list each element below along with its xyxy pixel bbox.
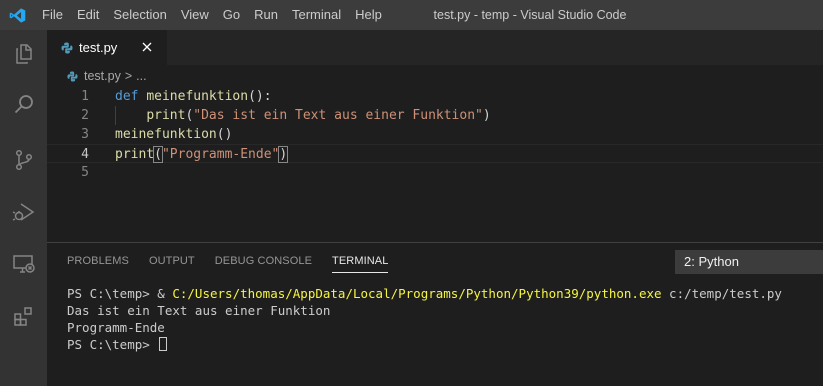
terminal-arg: c:/temp/test.py: [661, 286, 782, 301]
terminal-cursor: [159, 337, 168, 351]
chevron-right-icon: >: [124, 69, 133, 83]
breadcrumb-more[interactable]: ...: [136, 69, 146, 83]
menu-item-terminal[interactable]: Terminal: [285, 0, 348, 30]
menu-item-view[interactable]: View: [174, 0, 216, 30]
code-token: ():: [248, 89, 272, 104]
explorer-icon[interactable]: [0, 30, 47, 78]
python-icon: [61, 42, 73, 54]
tab-label: test.py: [79, 40, 118, 55]
tab-terminal[interactable]: TERMINAL: [332, 243, 389, 279]
code-token: ): [278, 146, 289, 163]
code-token: print: [115, 147, 155, 162]
search-icon[interactable]: [0, 80, 47, 128]
terminal-prompt: PS C:\temp> &: [67, 286, 173, 301]
terminal-line: Das ist ein Text aus einer Funktion: [67, 303, 331, 318]
remote-explorer-icon[interactable]: [0, 240, 47, 288]
code-text: print("Das ist ein Text aus einer Funkti…: [115, 106, 491, 125]
editor-tab-bar: test.py: [47, 30, 823, 65]
breadcrumb: test.py > ...: [47, 65, 823, 87]
menu-item-go[interactable]: Go: [216, 0, 247, 30]
code-line[interactable]: 1 def meinefunktion():: [47, 87, 823, 106]
code-text: def meinefunktion():: [115, 87, 272, 106]
terminal-line: PS C:\temp> & C:/Users/thomas/AppData/Lo…: [67, 285, 782, 302]
code-token: meinefunktion: [146, 89, 249, 104]
menu-item-file[interactable]: File: [35, 0, 70, 30]
code-token: (): [216, 127, 233, 142]
code-editor[interactable]: 1 def meinefunktion(): 2 print("Das ist ei…: [47, 87, 823, 242]
tab-debug-console[interactable]: DEBUG CONSOLE: [215, 243, 312, 279]
menu-item-run[interactable]: Run: [247, 0, 285, 30]
code-text: print("Programm-Ende"): [115, 145, 289, 164]
tab-problems[interactable]: PROBLEMS: [67, 243, 129, 279]
bottom-panel: PROBLEMS OUTPUT DEBUG CONSOLE TERMINAL 2: P…: [47, 242, 823, 386]
code-token: def: [115, 89, 139, 104]
code-text: meinefunktion(): [115, 125, 232, 144]
code-token: "Programm-Ende": [161, 147, 280, 162]
title-bar: File Edit Selection View Go Run Terminal Help t…: [0, 0, 823, 30]
line-number: 1: [81, 89, 89, 104]
terminal-line: PS C:\temp>: [67, 336, 782, 353]
menu-bar: File Edit Selection View Go Run Terminal Help: [35, 0, 389, 30]
terminal-output[interactable]: PS C:\temp> & C:/Users/thomas/AppData/Lo…: [67, 285, 782, 353]
line-number: 2: [81, 108, 89, 123]
tab-output[interactable]: OUTPUT: [149, 243, 195, 279]
code-token: "Das ist ein Text aus einer Funktion": [193, 108, 483, 123]
terminal-select-dropdown[interactable]: 2: Python: [675, 250, 823, 274]
breadcrumb-file[interactable]: test.py: [84, 69, 121, 83]
line-number: 3: [81, 127, 89, 142]
code-token: (: [153, 146, 163, 163]
menu-item-help[interactable]: Help: [348, 0, 389, 30]
code-token: print: [146, 108, 186, 123]
panel-tabs: PROBLEMS OUTPUT DEBUG CONSOLE TERMINAL: [47, 243, 408, 279]
line-number: 5: [81, 165, 89, 180]
code-line[interactable]: 3 meinefunktion(): [47, 125, 823, 144]
run-debug-icon[interactable]: [0, 188, 47, 236]
menu-item-edit[interactable]: Edit: [70, 0, 106, 30]
code-line[interactable]: 4 print("Programm-Ende"): [47, 144, 823, 163]
extensions-icon[interactable]: [0, 292, 47, 340]
vscode-logo-icon: [0, 0, 35, 30]
line-number: 4: [81, 147, 89, 162]
terminal-line: Programm-Ende: [67, 320, 165, 335]
code-line[interactable]: 5: [47, 163, 823, 182]
terminal-exe-path: C:/Users/thomas/AppData/Local/Programs/P…: [172, 286, 662, 301]
source-control-icon[interactable]: [0, 136, 47, 184]
close-icon[interactable]: [139, 39, 155, 55]
code-token: ): [482, 108, 491, 123]
python-icon: [67, 70, 78, 82]
tab-test-py[interactable]: test.py: [47, 30, 167, 65]
code-token: meinefunktion: [115, 127, 217, 142]
menu-item-selection[interactable]: Selection: [106, 0, 173, 30]
terminal-prompt: PS C:\temp>: [67, 337, 158, 352]
activity-bar: [0, 30, 47, 386]
code-line[interactable]: 2 print("Das ist ein Text aus einer Funk…: [47, 106, 823, 125]
